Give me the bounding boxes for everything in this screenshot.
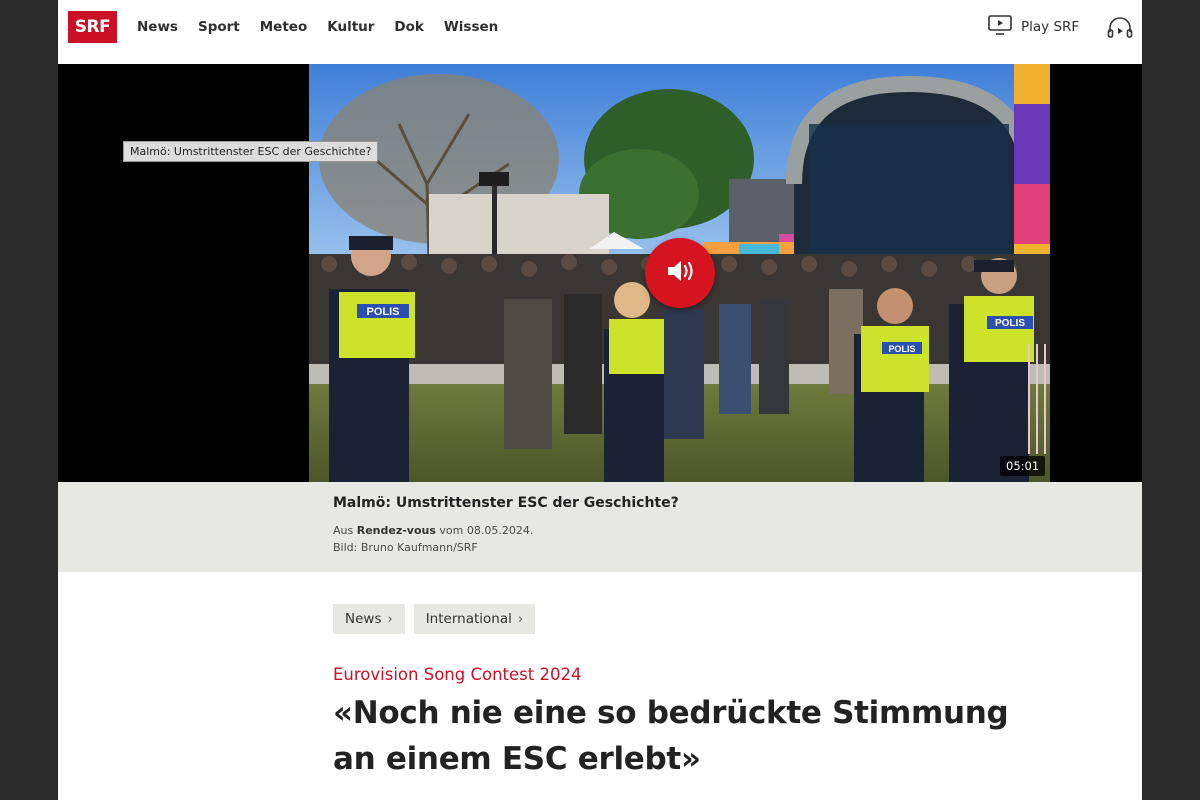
play-srf-label: Play SRF (1021, 19, 1080, 35)
caption-title: Malmö: Umstrittenster ESC der Geschichte… (333, 495, 679, 511)
breadcrumb-news[interactable]: News › (333, 604, 405, 634)
video-caption: Malmö: Umstrittenster ESC der Geschichte… (58, 482, 1142, 572)
nav-news[interactable]: News (137, 19, 178, 35)
video-player[interactable]: POLIS POLIS POLIS Malmö: Umstrittenster … (58, 64, 1142, 482)
chevron-right-icon: › (387, 611, 393, 627)
breadcrumb: News › International › (333, 604, 536, 634)
nav-wissen[interactable]: Wissen (444, 19, 498, 35)
video-title-tooltip: Malmö: Umstrittenster ESC der Geschichte… (123, 141, 379, 162)
headphones-icon (1106, 17, 1134, 44)
speaker-icon (664, 257, 696, 290)
srf-logo[interactable]: SRF (68, 11, 117, 43)
nav-kultur[interactable]: Kultur (327, 19, 374, 35)
main-nav: News Sport Meteo Kultur Dok Wissen (137, 0, 518, 54)
nav-dok[interactable]: Dok (394, 19, 423, 35)
breadcrumb-international-label: International (425, 611, 512, 627)
caption-source: Aus Rendez-vous vom 08.05.2024. (333, 524, 533, 537)
nav-meteo[interactable]: Meteo (260, 19, 307, 35)
polis-label-3: POLIS (995, 318, 1025, 329)
video-duration-badge: 05:01 (1000, 456, 1046, 476)
chevron-right-icon: › (517, 611, 524, 627)
play-srf-link[interactable]: Play SRF (988, 14, 1080, 41)
caption-source-show[interactable]: Rendez-vous (357, 524, 436, 537)
polis-label: POLIS (366, 306, 399, 318)
page: SRF News Sport Meteo Kultur Dok Wissen P… (58, 0, 1142, 800)
top-navigation: SRF News Sport Meteo Kultur Dok Wissen P… (58, 0, 1142, 64)
caption-credit: Bild: Bruno Kaufmann/SRF (333, 541, 478, 554)
article-headline: «Noch nie eine so bedrückte Stimmung an … (333, 695, 1009, 777)
breadcrumb-news-label: News (345, 611, 382, 627)
audio-headphones-button[interactable] (1106, 16, 1134, 40)
caption-source-prefix: Aus (333, 524, 357, 537)
caption-source-suffix: vom 08.05.2024. (435, 524, 534, 537)
nav-sport[interactable]: Sport (198, 19, 240, 35)
breadcrumb-international[interactable]: International › (413, 604, 536, 634)
unmute-button[interactable] (645, 238, 715, 308)
tv-play-icon (988, 14, 1012, 41)
polis-label-2: POLIS (888, 344, 915, 354)
article-kicker: Eurovision Song Contest 2024 (333, 665, 582, 684)
